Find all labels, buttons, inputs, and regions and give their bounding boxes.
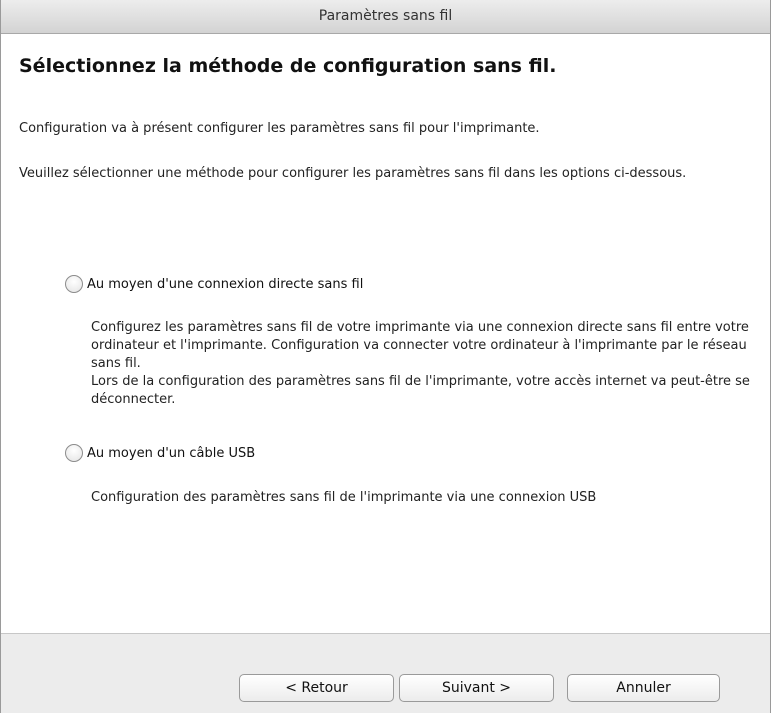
option-usb-cable-label[interactable]: Au moyen d'un câble USB xyxy=(87,446,255,461)
intro-text: Configuration va à présent configurer le… xyxy=(19,121,540,136)
page-heading: Sélectionnez la méthode de configuration… xyxy=(19,55,557,77)
radio-usb-cable[interactable] xyxy=(65,444,83,462)
option-direct-wireless-label[interactable]: Au moyen d'une connexion directe sans fi… xyxy=(87,277,363,292)
option-usb-cable-description: Configuration des paramètres sans fil de… xyxy=(91,489,763,507)
button-bar: < Retour Suivant > Annuler xyxy=(1,633,770,713)
back-button[interactable]: < Retour xyxy=(239,674,394,702)
radio-direct-wireless[interactable] xyxy=(65,275,83,293)
window-title: Paramètres sans fil xyxy=(1,0,770,34)
option-usb-cable-desc-line-1: Configuration des paramètres sans fil de… xyxy=(91,490,597,505)
option-direct-wireless-description: Configurez les paramètres sans fil de vo… xyxy=(91,319,763,409)
option-direct-wireless-desc-line-1: Configurez les paramètres sans fil de vo… xyxy=(91,320,749,371)
instruction-text: Veuillez sélectionner une méthode pour c… xyxy=(19,166,687,181)
option-usb-cable[interactable]: Au moyen d'un câble USB xyxy=(65,444,255,462)
wireless-settings-window: Paramètres sans fil Sélectionnez la méth… xyxy=(0,0,771,713)
main-content: Sélectionnez la méthode de configuration… xyxy=(1,35,770,633)
cancel-button[interactable]: Annuler xyxy=(567,674,720,702)
next-button[interactable]: Suivant > xyxy=(399,674,554,702)
option-direct-wireless-desc-line-2: Lors de la configuration des paramètres … xyxy=(91,374,750,407)
option-direct-wireless[interactable]: Au moyen d'une connexion directe sans fi… xyxy=(65,275,363,293)
